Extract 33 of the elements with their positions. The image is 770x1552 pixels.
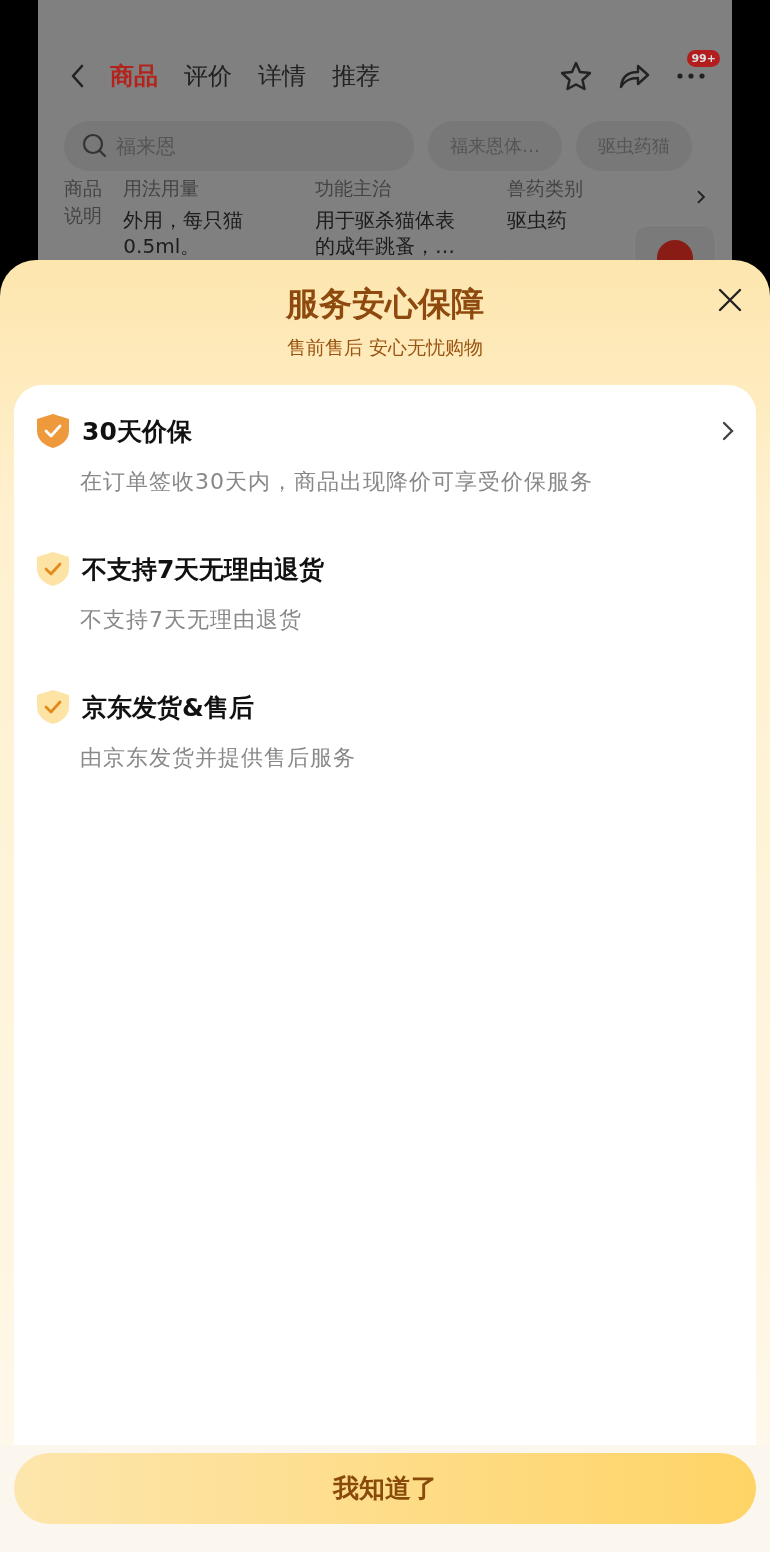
spec-value: 外用，每只猫 <box>123 207 245 233</box>
back-icon[interactable] <box>70 64 84 88</box>
search-icon <box>82 133 108 159</box>
more-icon[interactable] <box>676 72 706 80</box>
item-title: 30天价保 <box>82 415 192 448</box>
spec-heading: 用法用量 <box>123 176 201 201</box>
item-title: 京东发货&售后 <box>82 691 254 724</box>
confirm-button[interactable]: 我知道了 <box>14 1453 756 1524</box>
spec-heading: 功能主治 <box>314 176 392 201</box>
nav-tab[interactable]: 详情 <box>258 60 306 92</box>
shield-check-icon <box>36 551 70 587</box>
item-description: 不支持7天无理由退货 <box>79 606 303 634</box>
spec-value: 用于驱杀猫体表 <box>314 207 456 233</box>
notification-badge: 99+ <box>687 50 720 67</box>
close-icon[interactable] <box>718 288 742 312</box>
chevron-right-icon[interactable] <box>722 421 734 441</box>
sheet-title: 服务安心保障 <box>286 283 484 325</box>
shield-check-icon <box>36 413 70 449</box>
shield-check-icon <box>36 689 70 725</box>
chevron-right-icon[interactable] <box>696 189 706 205</box>
nav-tab[interactable]: 评价 <box>184 60 232 92</box>
item-title: 不支持7天无理由退货 <box>82 553 325 586</box>
item-description: 由京东发货并提供售后服务 <box>79 744 357 772</box>
spec-label: 商品说明 <box>64 176 103 228</box>
spec-value: 0.5ml。 <box>123 233 202 259</box>
nav-tab[interactable]: 推荐 <box>332 60 380 92</box>
spec-value: 驱虫药 <box>506 207 568 233</box>
sheet-subtitle: 售前售后 安心无忧购物 <box>286 335 483 360</box>
star-icon[interactable] <box>560 61 592 91</box>
spec-value: 的成年跳蚤，… <box>314 233 456 259</box>
spec-heading: 兽药类别 <box>506 176 584 201</box>
item-description: 在订单签收30天内，商品出现降价可享受价保服务 <box>79 468 594 496</box>
share-icon[interactable] <box>618 63 650 89</box>
